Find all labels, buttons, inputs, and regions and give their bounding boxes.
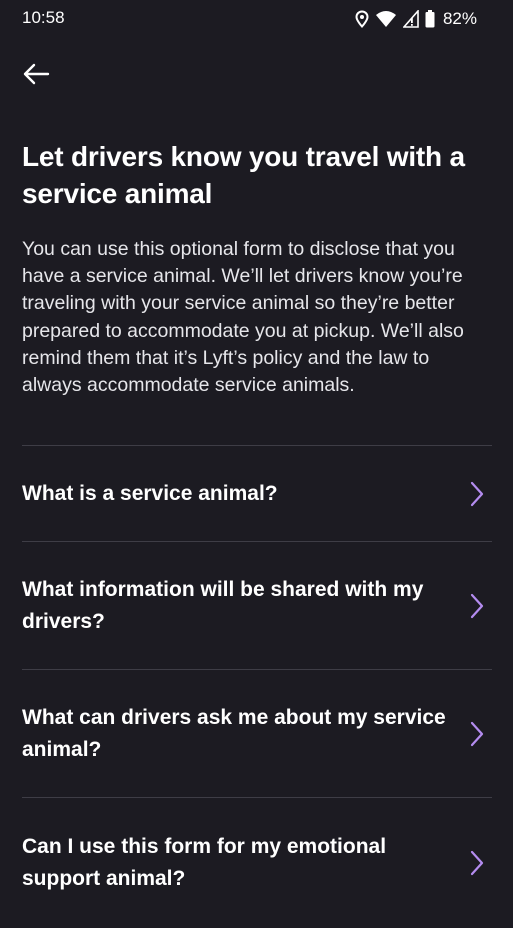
description-text: You can use this optional form to disclo… [22, 238, 464, 397]
faq-item-information-shared[interactable]: What information will be shared with my … [22, 542, 492, 669]
faq-item-what-is-service-animal[interactable]: What is a service animal? [22, 446, 492, 541]
status-bar: 10:58 82% [0, 0, 513, 38]
battery-percent: 82% [442, 9, 477, 28]
back-button[interactable] [16, 56, 56, 92]
chevron-right-icon [470, 593, 484, 618]
faq-label: What is a service animal? [22, 481, 278, 505]
faq-list: What is a service animal? What informati… [22, 445, 492, 928]
wifi-icon [375, 10, 397, 28]
faq-label: What can drivers ask me about my service… [22, 705, 446, 761]
faq-item-what-can-drivers-ask[interactable]: What can drivers ask me about my service… [22, 670, 492, 797]
chevron-right-icon [470, 850, 484, 876]
chevron-right-icon [470, 721, 484, 746]
chevron-right-icon [470, 481, 484, 506]
location-icon [355, 10, 369, 28]
signal-icon [402, 10, 419, 28]
status-time: 10:58 [22, 8, 65, 27]
battery-icon [425, 10, 435, 28]
status-icons: 82% [355, 8, 477, 30]
faq-label: Can I use this form for my emotional sup… [22, 835, 387, 890]
page-title: Let drivers know you travel with a servi… [22, 141, 465, 209]
faq-item-emotional-support-animal[interactable]: Can I use this form for my emotional sup… [22, 798, 492, 928]
faq-label: What information will be shared with my … [22, 577, 424, 633]
back-arrow-icon [23, 63, 50, 85]
